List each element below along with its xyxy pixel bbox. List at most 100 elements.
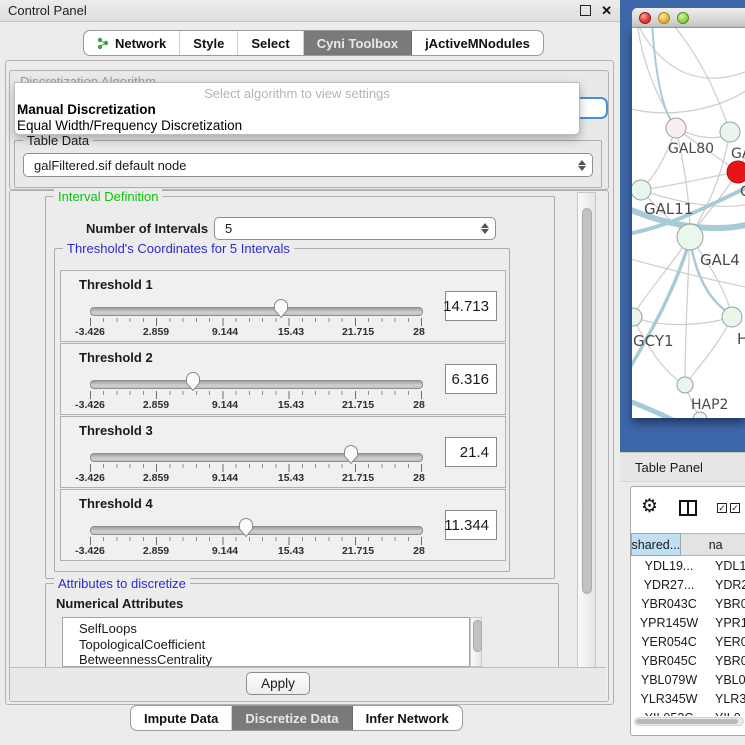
node-hap2 xyxy=(677,377,693,393)
tab-jactivemnodules[interactable]: jActiveMNodules xyxy=(412,31,543,55)
table-panel-title: Table Panel xyxy=(635,460,703,475)
thresholds-box: Threshold's Coordinates for 5 Intervals … xyxy=(54,248,510,572)
list-item[interactable]: BetweennessCentrality xyxy=(79,652,469,667)
node-gal4 xyxy=(677,224,703,250)
dropdown-prompt: Select algorithm to view settings xyxy=(15,86,579,102)
node-red-selected xyxy=(727,161,745,183)
algorithm-dropdown-popup: Select algorithm to view settings Manual… xyxy=(14,82,580,135)
network-icon xyxy=(97,37,109,50)
tab-discretize-data[interactable]: Discretize Data xyxy=(232,706,352,730)
checkbox-icon[interactable]: ✓ xyxy=(730,503,740,513)
slider-thumb[interactable] xyxy=(273,298,289,320)
table-row[interactable]: YIL052CYIL0 xyxy=(631,708,745,716)
threshold-4-label: Threshold 4 xyxy=(79,496,153,511)
slider-thumb[interactable] xyxy=(185,371,201,393)
close-icon[interactable]: ✕ xyxy=(601,4,612,17)
table-row[interactable]: YER054CYER0 xyxy=(631,632,745,651)
table-data-combobox[interactable]: galFiltered.sif default node xyxy=(23,153,593,177)
node-gcy1 xyxy=(632,308,642,326)
tab-cyni-toolbox[interactable]: Cyni Toolbox xyxy=(304,31,412,55)
table-row[interactable]: YBR045CYBR0 xyxy=(631,651,745,670)
threshold-2-slider[interactable] xyxy=(90,380,423,389)
interval-definition-title: Interval Definition xyxy=(54,189,162,204)
tab-infer-network[interactable]: Infer Network xyxy=(353,706,462,730)
network-window-titlebar[interactable] xyxy=(632,8,745,28)
tab-network[interactable]: Network xyxy=(84,31,180,55)
list-item[interactable]: SelfLoops xyxy=(79,621,469,637)
tab-style[interactable]: Style xyxy=(180,31,238,55)
dropdown-option-equal-width[interactable]: Equal Width/Frequency Discretization xyxy=(15,118,579,134)
settings-scrollbar[interactable] xyxy=(577,192,596,698)
table-horizontal-scrollbar[interactable] xyxy=(634,717,744,726)
node-label: GCY1 xyxy=(633,332,674,350)
mac-zoom-button[interactable] xyxy=(677,12,689,24)
interval-definition-box: Interval Definition Number of Intervals … xyxy=(45,196,555,579)
chevron-updown-icon xyxy=(481,223,489,234)
slider-thumb[interactable] xyxy=(238,517,254,539)
table-row[interactable]: YLR345WYLR3 xyxy=(631,689,745,708)
number-of-intervals-label: Number of Intervals xyxy=(86,221,208,236)
node-label: GAL80 xyxy=(668,141,714,157)
mac-minimize-button[interactable] xyxy=(658,12,670,24)
attributes-list-scrollbar[interactable] xyxy=(470,617,482,667)
table-rows: YDL19...YDL1 YDR27...YDR2 YBR043CYBR0 YP… xyxy=(631,556,745,716)
tab-impute-data[interactable]: Impute Data xyxy=(131,706,232,730)
checkbox-icon[interactable]: ✓ xyxy=(717,503,727,513)
gear-icon[interactable]: ⚙ xyxy=(641,497,658,516)
list-item[interactable]: TopologicalCoefficient xyxy=(79,637,469,653)
threshold-4-slider[interactable] xyxy=(90,526,423,535)
table-row[interactable]: YDR27...YDR2 xyxy=(631,575,745,594)
control-panel-titlebar: Control Panel ✕ xyxy=(0,0,620,22)
panel-title: Control Panel xyxy=(8,3,87,18)
node-gal11 xyxy=(632,180,651,200)
attributes-title: Attributes to discretize xyxy=(54,576,190,591)
table-panel: ⚙ ✓ ✓ shared... na YDL19...YDL1 YDR27...… xyxy=(630,486,745,736)
float-window-icon[interactable] xyxy=(580,5,591,16)
column-header-shared[interactable]: shared... xyxy=(631,533,681,556)
number-of-intervals-value: 5 xyxy=(225,221,232,236)
dropdown-option-manual[interactable]: Manual Discretization xyxy=(15,102,579,118)
table-row[interactable]: YDL19...YDL1 xyxy=(631,556,745,575)
mac-close-button[interactable] xyxy=(639,12,651,24)
table-data-value: galFiltered.sif default node xyxy=(34,158,186,173)
chevron-updown-icon xyxy=(578,160,586,171)
threshold-2-value[interactable]: 6.316 xyxy=(445,364,497,394)
threshold-4-row: Threshold 4 -3.426 2.859 9.144 15.43 21.… xyxy=(60,489,506,561)
apply-strip: Apply xyxy=(10,667,606,700)
threshold-1-slider[interactable] xyxy=(90,307,423,316)
threshold-3-label: Threshold 3 xyxy=(79,423,153,438)
node-gal80 xyxy=(666,118,686,138)
threshold-3-value[interactable]: 21.4 xyxy=(445,437,497,467)
thresholds-title: Threshold's Coordinates for 5 Intervals xyxy=(63,241,294,256)
column-header-name[interactable]: na xyxy=(681,533,745,556)
threshold-1-value[interactable]: 14.713 xyxy=(445,291,497,321)
tab-select[interactable]: Select xyxy=(238,31,303,55)
threshold-2-row: Threshold 2 -3.426 2.859 9.144 15.43 21.… xyxy=(60,343,506,415)
table-header: shared... na xyxy=(631,533,745,556)
slider-thumb[interactable] xyxy=(343,444,359,466)
node-label: GAL4 xyxy=(700,251,740,269)
node-label: C xyxy=(740,184,745,200)
table-row[interactable]: YBR043CYBR0 xyxy=(631,594,745,613)
threshold-4-value[interactable]: 11.344 xyxy=(445,510,497,540)
node-top-right xyxy=(720,122,740,142)
network-view-canvas[interactable]: GAL80 GA C GAL11 GAL4 GCY1 H HAP2 xyxy=(632,28,745,418)
numerical-attributes-heading: Numerical Attributes xyxy=(56,596,183,611)
node-h xyxy=(722,307,742,327)
node-label: HAP2 xyxy=(691,397,728,413)
table-row[interactable]: YBL079WYBL0 xyxy=(631,670,745,689)
numerical-attributes-list[interactable]: SelfLoops TopologicalCoefficient Between… xyxy=(62,617,470,667)
threshold-3-row: Threshold 3 -3.426 2.859 9.144 15.43 21.… xyxy=(60,416,506,488)
table-data-box: Table Data galFiltered.sif default node xyxy=(14,140,602,188)
threshold-1-label: Threshold 1 xyxy=(79,277,153,292)
table-row[interactable]: YPR145WYPR1 xyxy=(631,613,745,632)
threshold-3-slider[interactable] xyxy=(90,453,423,462)
number-of-intervals-combobox[interactable]: 5 xyxy=(214,217,496,240)
slider-ruler xyxy=(90,391,422,399)
columns-icon[interactable] xyxy=(679,500,697,516)
threshold-2-label: Threshold 2 xyxy=(79,350,153,365)
table-toolbar: ⚙ ✓ ✓ xyxy=(631,487,745,533)
slider-ruler xyxy=(90,318,422,326)
apply-button[interactable]: Apply xyxy=(246,672,310,695)
slider-ruler xyxy=(90,464,422,472)
